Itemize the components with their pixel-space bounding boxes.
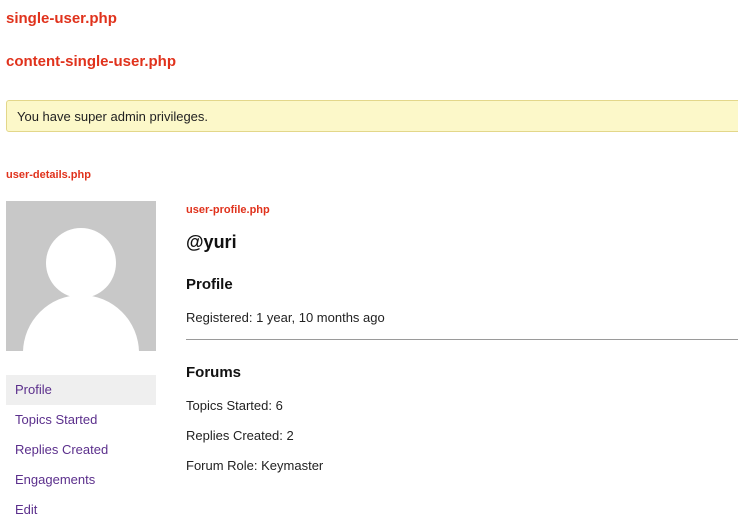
template-label-user-profile: user-profile.php <box>186 204 270 216</box>
template-label-content-single-user: content-single-user.php <box>6 53 177 70</box>
user-handle: @yuri <box>186 232 237 252</box>
replies-created-count: Replies Created: 2 <box>186 428 294 443</box>
avatar[interactable] <box>6 201 156 351</box>
nav-item-edit[interactable]: Edit <box>6 495 156 525</box>
super-admin-notice: You have super admin privileges. <box>6 100 738 132</box>
template-label-single-user: single-user.php <box>6 10 117 27</box>
profile-heading: Profile <box>186 276 233 293</box>
nav-item-topics-started[interactable]: Topics Started <box>6 405 156 435</box>
forums-heading: Forums <box>186 364 242 381</box>
registered-info: Registered: 1 year, 10 months ago <box>186 310 385 325</box>
topics-started-count: Topics Started: 6 <box>186 398 283 413</box>
section-divider <box>186 339 738 340</box>
user-profile-nav: Profile Topics Started Replies Created E… <box>6 375 156 525</box>
default-avatar-icon <box>6 201 156 351</box>
forum-role: Forum Role: Keymaster <box>186 458 324 473</box>
notice-text: You have super admin privileges. <box>17 109 209 124</box>
template-label-user-details: user-details.php <box>6 169 91 181</box>
nav-item-profile[interactable]: Profile <box>6 375 156 405</box>
nav-item-engagements[interactable]: Engagements <box>6 465 156 495</box>
nav-item-replies-created[interactable]: Replies Created <box>6 435 156 465</box>
